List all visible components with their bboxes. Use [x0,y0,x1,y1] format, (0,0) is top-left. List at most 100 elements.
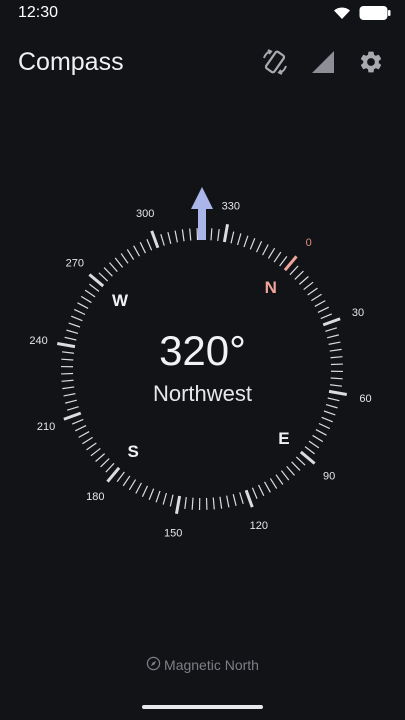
minor-tick [100,458,110,468]
app-title: Compass [18,48,124,76]
minor-tick [312,434,324,443]
minor-tick [135,482,142,494]
minor-tick [264,481,271,493]
cardinal-label-n: N [265,278,277,297]
cardinal-label-w: W [112,291,129,310]
minor-tick [318,422,331,430]
minor-tick [75,425,87,432]
minor-tick [273,251,282,263]
status-icons [333,5,391,26]
minor-tick [269,478,278,489]
minor-tick [251,487,258,500]
minor-tick [298,276,309,285]
wifi-icon [333,6,351,25]
minor-tick [258,484,265,496]
minor-tick [236,233,242,246]
minor-tick [184,496,187,510]
minor-tick [103,267,113,277]
minor-tick [304,446,315,455]
minor-tick [189,228,192,241]
minor-tick [114,257,124,268]
minor-tick [122,475,131,487]
degree-label: 0 [306,237,312,249]
minor-tick [89,283,100,292]
minor-tick [289,265,299,276]
accuracy-button[interactable] [299,46,347,82]
degree-label: 300 [136,208,154,220]
major-tick [174,495,182,515]
minor-tick [120,253,129,264]
battery-icon [359,5,391,26]
degree-label: 90 [323,471,335,483]
minor-tick [239,492,244,505]
minor-tick [116,471,125,482]
minor-tick [66,406,79,411]
major-tick [299,450,316,465]
north-mode-toggle[interactable]: Magnetic North [0,656,405,674]
minor-tick [73,308,86,316]
heading-direction: Northwest [152,381,253,406]
minor-tick [95,453,106,462]
minor-tick [86,442,97,451]
minor-tick [155,490,161,503]
major-tick [222,223,230,243]
major-tick [150,230,160,249]
minor-tick [169,494,174,507]
minor-tick [181,229,185,242]
minor-tick [275,474,284,485]
minor-tick [160,233,165,246]
minor-tick [314,300,326,307]
minor-tick [232,494,237,506]
minor-tick [291,461,301,471]
minor-tick [71,315,83,322]
cardinal-label-e: E [278,429,289,448]
minor-tick [321,416,333,423]
minor-tick [148,488,155,500]
minor-tick [128,479,137,491]
heading-readout: 320° Northwest [0,325,405,407]
minor-tick [105,462,115,473]
minor-tick [80,295,92,304]
rotate-calibrate-icon [260,47,290,82]
minor-tick [249,238,256,250]
degree-label: 120 [250,520,268,532]
minor-tick [77,302,89,309]
home-indicator[interactable] [142,705,263,709]
settings-button[interactable] [347,46,395,82]
minor-tick [139,242,146,254]
degree-label: 330 [222,201,240,213]
cardinal-label-s: S [128,442,139,461]
major-tick [63,411,82,421]
minor-tick [267,247,276,259]
minor-tick [82,436,93,445]
minor-tick [219,496,223,509]
compass-icon [146,656,161,674]
minor-tick [90,447,101,457]
minor-tick [323,410,336,416]
minor-tick [217,228,220,242]
minor-tick [71,418,84,425]
heading-pointer-arrow [191,187,213,240]
minor-tick [279,256,288,267]
minor-tick [146,238,153,251]
minor-tick [320,313,333,320]
minor-tick [243,235,249,248]
minor-tick [167,232,172,244]
minor-tick [303,281,314,291]
degree-label: 150 [164,527,182,539]
minor-tick [230,231,235,244]
minor-tick [78,431,90,438]
heading-value: 320° [159,327,246,374]
major-tick [244,489,254,508]
minor-tick [262,244,269,256]
degree-label: 30 [352,307,364,319]
degree-label: 210 [37,421,55,433]
minor-tick [141,485,149,498]
minor-tick [286,465,295,476]
app-actions [251,46,395,82]
minor-tick [311,293,322,302]
north-mode-label: Magnetic North [164,657,259,673]
calibrate-button[interactable] [251,46,299,82]
minor-tick [109,262,118,273]
major-tick [88,273,105,288]
